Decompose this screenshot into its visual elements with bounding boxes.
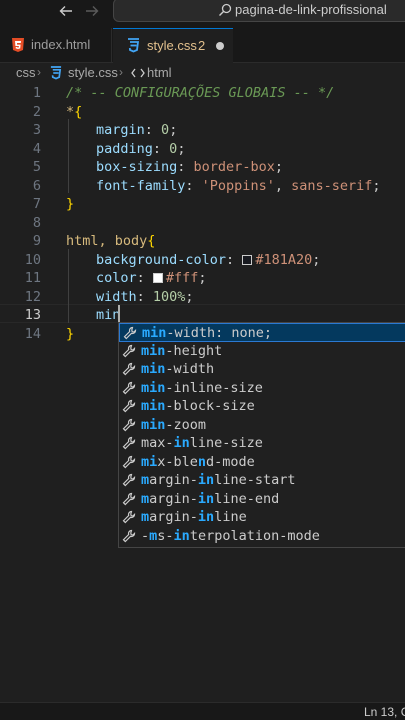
line-number: 2	[32, 103, 41, 120]
property-wrench-icon	[122, 344, 136, 358]
code-line-3: margin: 0;	[96, 122, 178, 138]
line-number: 9	[32, 233, 41, 249]
property-wrench-icon	[122, 399, 136, 413]
code-line-11: color: #fff;	[96, 270, 207, 286]
tab-label: index.html	[31, 37, 91, 52]
code-line-14: }	[66, 325, 75, 342]
search-text: pagina-de-link-profissional	[235, 2, 387, 17]
breadcrumb-file[interactable]: style.css	[68, 65, 118, 80]
indent-guide	[68, 249, 69, 323]
html5-icon	[12, 38, 24, 52]
suggestion-item[interactable]: mix-blend-mode	[119, 453, 405, 472]
breadcrumb-symbol[interactable]: html	[147, 65, 172, 80]
suggestion-label: margin-inline-start	[141, 472, 296, 488]
cursor-position[interactable]: Ln 13, C	[364, 705, 405, 719]
property-wrench-icon	[122, 418, 136, 432]
suggestion-item[interactable]: min-block-size	[119, 397, 405, 416]
current-line-highlight	[0, 304, 405, 323]
unsaved-dot-icon[interactable]	[216, 42, 224, 50]
code-line-10: background-color: #181A20;	[96, 251, 321, 268]
suggestion-item[interactable]: min-inline-size	[119, 379, 405, 398]
suggestion-item[interactable]: margin-inline	[119, 508, 405, 527]
property-wrench-icon	[122, 362, 136, 376]
tab-style-css[interactable]: style.css 2	[113, 28, 233, 63]
property-wrench-icon	[123, 326, 137, 340]
suggestion-item[interactable]: min-width	[119, 360, 405, 379]
breadcrumb-folder[interactable]: css	[16, 65, 36, 80]
suggestion-item[interactable]: -ms-interpolation-mode	[119, 527, 405, 546]
search-icon	[219, 3, 232, 16]
suggestion-label: -ms-interpolation-mode	[141, 527, 320, 544]
code-line-9-text: html, body{	[66, 233, 156, 249]
line-number: 11	[24, 270, 41, 286]
code-line-4: padding: 0;	[96, 140, 186, 157]
property-wrench-icon	[122, 492, 136, 506]
line-number: 12	[24, 288, 41, 305]
line-number: 4	[32, 140, 41, 157]
code-line-13: min	[96, 307, 121, 323]
code-line-7: }	[66, 196, 75, 212]
suggestion-item[interactable]: margin-inline-end	[119, 490, 405, 509]
property-wrench-icon	[122, 473, 136, 487]
color-swatch[interactable]	[242, 254, 253, 265]
css3-icon	[50, 66, 62, 80]
suggestion-item[interactable]: min-height	[119, 342, 405, 361]
tab-index-html[interactable]: index.html	[0, 28, 112, 62]
code-line-6: font-family: 'Poppins', sans-serif;	[96, 177, 381, 194]
breadcrumb: css › style.css › html	[0, 63, 405, 83]
line-number: 14	[24, 325, 41, 342]
suggestion-label: margin-inline	[141, 509, 247, 525]
forward-arrow-icon[interactable]	[82, 3, 102, 23]
title-bar: pagina-de-link-profissional	[0, 0, 405, 28]
code-line-1: /* -- CONFIGURAÇÕES GLOBAIS -- */	[66, 85, 335, 101]
suggestion-label: mix-blend-mode	[141, 453, 255, 470]
css3-icon	[128, 38, 140, 53]
property-wrench-icon	[122, 510, 136, 524]
editor-tab-bar: index.html style.css 2	[0, 28, 405, 63]
suggestion-label: min-height	[141, 342, 223, 359]
property-wrench-icon	[122, 529, 136, 543]
suggestion-item[interactable]: min-zoom	[119, 416, 405, 435]
suggestion-label: min-width: none;	[142, 325, 273, 341]
line-number-active: 13	[24, 307, 41, 323]
chevron-right-icon: ›	[119, 65, 123, 79]
code-line-5: box-sizing: border-box;	[96, 159, 283, 175]
autocomplete-suggestions: min-width: none; min-height min-width min-i…	[118, 322, 405, 548]
line-number: 8	[32, 214, 41, 231]
symbol-tag-icon	[131, 68, 145, 78]
property-wrench-icon	[122, 381, 136, 395]
property-wrench-icon	[122, 455, 136, 469]
color-swatch[interactable]	[152, 273, 163, 283]
suggestion-label: min-zoom	[141, 416, 207, 433]
line-number: 10	[24, 251, 41, 268]
suggestion-item[interactable]: min-width: none;	[119, 323, 405, 342]
suggestion-item[interactable]: margin-inline-start	[119, 471, 405, 490]
code-line-2: *{	[66, 103, 83, 120]
line-number: 7	[32, 196, 41, 212]
problem-count-badge: 2	[198, 38, 206, 53]
command-center-search[interactable]: pagina-de-link-profissional	[113, 0, 405, 22]
line-number: 3	[32, 122, 41, 138]
line-number: 6	[32, 177, 41, 194]
suggestion-item[interactable]: max-inline-size	[119, 434, 405, 453]
suggestion-label: min-width	[141, 361, 215, 377]
back-arrow-icon[interactable]	[56, 3, 76, 23]
suggestion-label: margin-inline-end	[141, 490, 280, 507]
suggestion-label: min-inline-size	[141, 379, 263, 396]
line-number: 5	[32, 159, 41, 175]
tab-label: style.css	[147, 38, 197, 53]
indent-guide	[68, 119, 69, 193]
chevron-right-icon: ›	[37, 65, 41, 79]
suggestion-label: min-block-size	[141, 398, 255, 414]
property-wrench-icon	[122, 436, 136, 450]
suggestion-label: max-inline-size	[141, 435, 263, 451]
code-line-12: width: 100%;	[96, 288, 194, 305]
status-bar: Ln 13, C	[0, 702, 405, 720]
text-cursor	[118, 305, 120, 322]
line-number: 1	[32, 85, 41, 101]
